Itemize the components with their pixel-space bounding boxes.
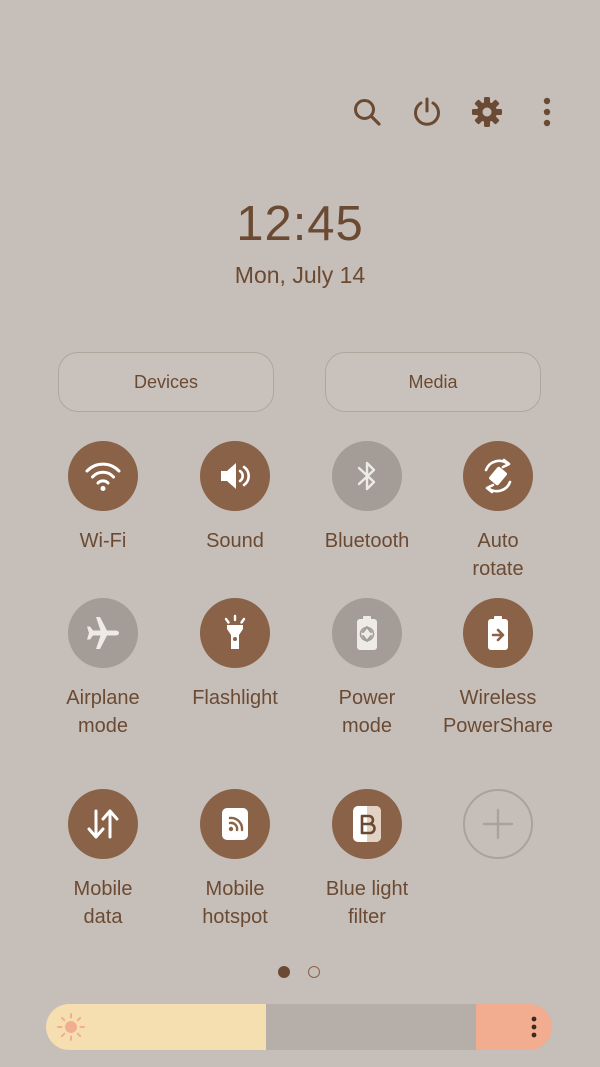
tile-airplane-mode[interactable]: Airplane mode <box>37 598 169 740</box>
clock-date[interactable]: Mon, July 14 <box>0 262 600 289</box>
airplane-icon <box>68 598 138 668</box>
page-indicator <box>278 966 320 978</box>
auto-rotate-icon <box>463 441 533 511</box>
mobile-data-icon <box>68 789 138 859</box>
tile-label: Wi-Fi <box>79 530 127 552</box>
sound-icon <box>200 441 270 511</box>
tile-sound[interactable]: Sound <box>169 441 301 555</box>
tile-label: Mobile data <box>73 878 133 928</box>
sun-icon <box>56 1012 86 1047</box>
mobile-hotspot-icon <box>200 789 270 859</box>
tile-label: Flashlight <box>192 687 278 709</box>
more-vertical-icon <box>531 1016 537 1038</box>
wireless-powershare-icon <box>463 598 533 668</box>
tile-label: Power mode <box>338 687 396 737</box>
tile-mobile-data[interactable]: Mobile data <box>37 789 169 931</box>
bluetooth-icon <box>332 441 402 511</box>
tile-label: Blue light filter <box>325 878 409 928</box>
tile-bluetooth[interactable]: Bluetooth <box>301 441 433 555</box>
wifi-icon <box>68 441 138 511</box>
blue-light-filter-icon <box>332 789 402 859</box>
tile-label: Wireless PowerShare <box>442 687 554 737</box>
tile-label: Auto rotate <box>472 530 524 580</box>
brightness-fill[interactable] <box>46 1004 266 1050</box>
brightness-track[interactable] <box>266 1004 476 1050</box>
media-button[interactable]: Media <box>325 352 541 412</box>
brightness-options-button[interactable] <box>476 1004 552 1050</box>
power-icon[interactable] <box>410 92 444 132</box>
tile-power-mode[interactable]: Power mode <box>301 598 433 740</box>
flashlight-icon <box>200 598 270 668</box>
tile-label: Sound <box>206 530 264 552</box>
tile-label: Bluetooth <box>324 530 410 552</box>
tile-wireless-powershare[interactable]: Wireless PowerShare <box>432 598 564 740</box>
tile-blue-light-filter[interactable]: Blue light filter <box>301 789 433 931</box>
search-icon[interactable] <box>350 92 384 132</box>
tile-wifi[interactable]: Wi-Fi <box>37 441 169 555</box>
tile-label: Mobile hotspot <box>202 878 268 928</box>
power-mode-icon <box>332 598 402 668</box>
more-vertical-icon[interactable] <box>530 92 564 132</box>
tile-flashlight[interactable]: Flashlight <box>169 598 301 712</box>
add-icon <box>463 789 533 859</box>
tile-add[interactable] <box>432 789 564 859</box>
quick-panel-toolbar <box>350 92 564 132</box>
tile-mobile-hotspot[interactable]: Mobile hotspot <box>169 789 301 931</box>
settings-gear-icon[interactable] <box>470 92 504 132</box>
clock-time[interactable]: 12:45 <box>0 196 600 252</box>
tile-auto-rotate[interactable]: Auto rotate <box>432 441 564 583</box>
page-dot-active[interactable] <box>278 966 290 978</box>
tile-label: Airplane mode <box>66 687 140 737</box>
devices-button[interactable]: Devices <box>58 352 274 412</box>
page-dot-inactive[interactable] <box>308 966 320 978</box>
brightness-slider[interactable] <box>46 1004 552 1050</box>
